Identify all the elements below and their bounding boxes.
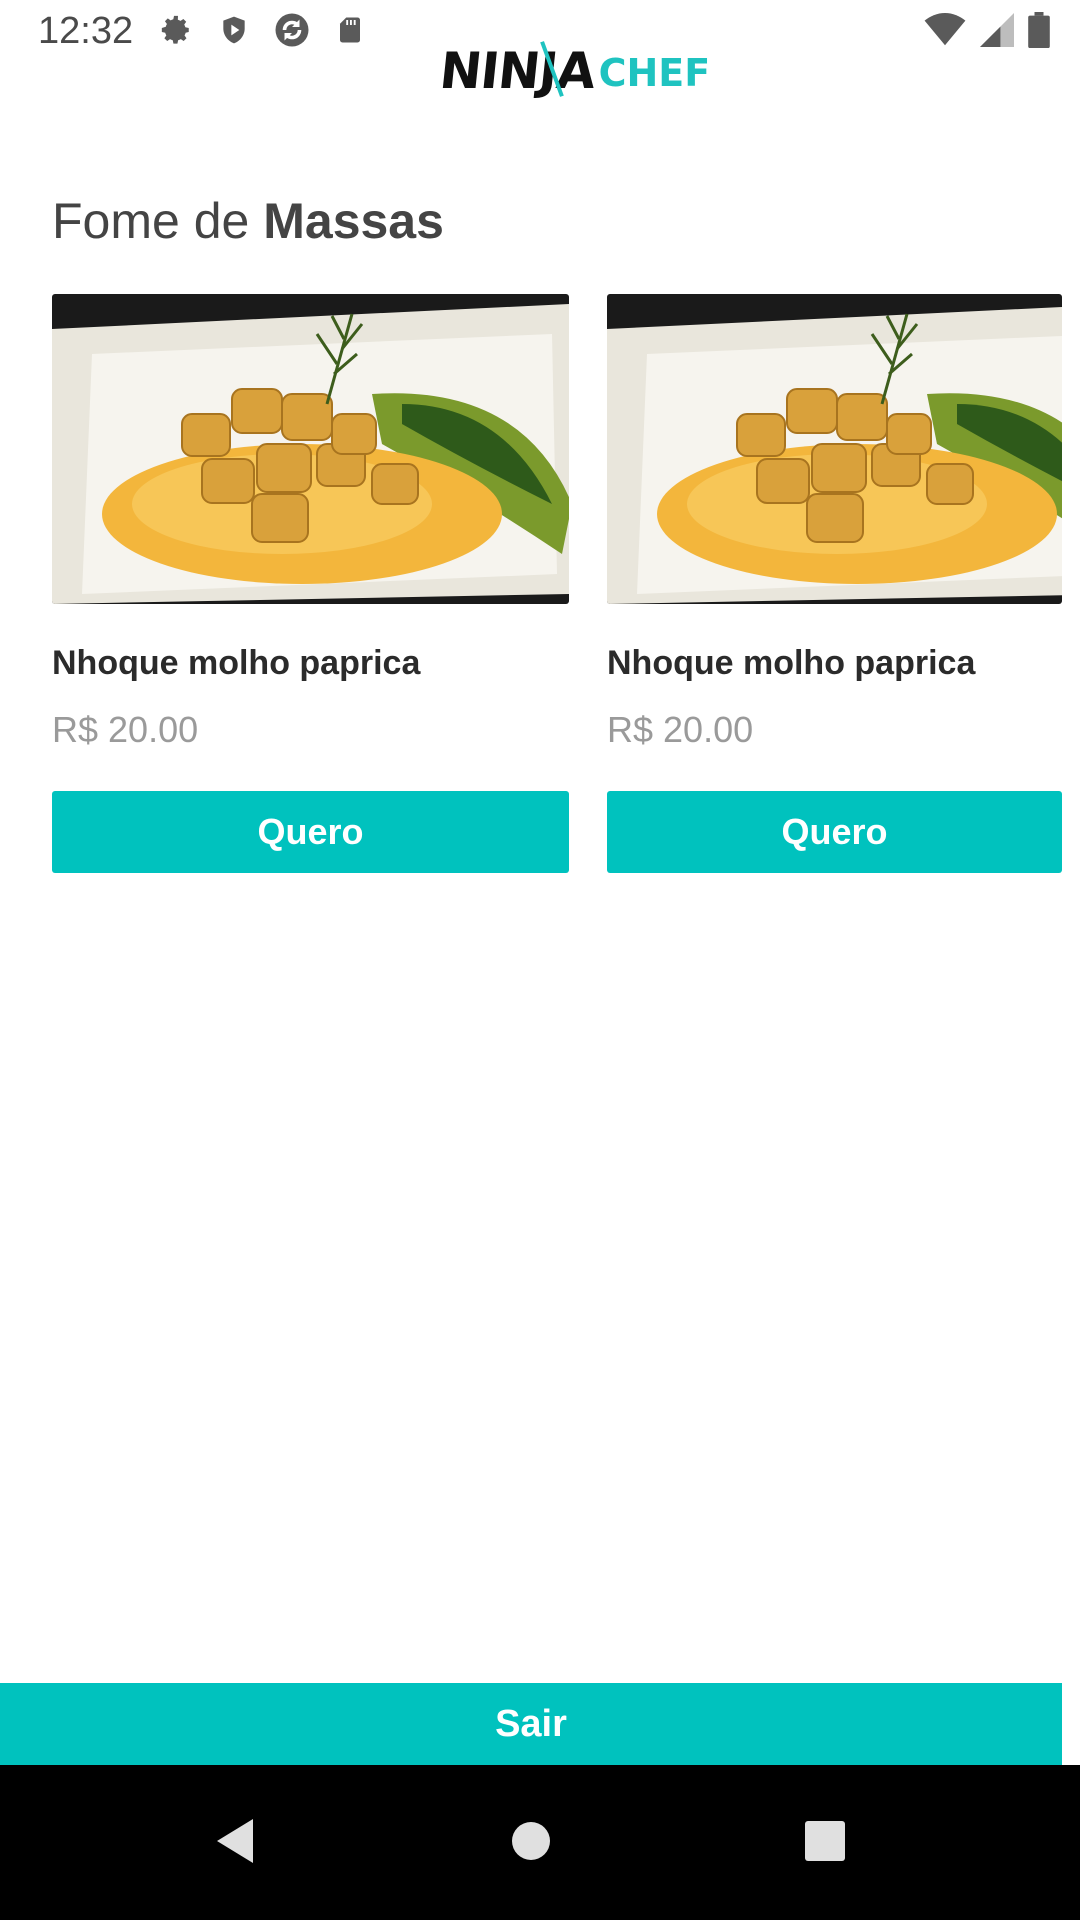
product-name: Nhoque molho paprica [607,644,976,682]
home-icon[interactable] [501,1811,561,1871]
ninjachef-logo: NINJA CHEF [436,36,711,100]
back-icon[interactable] [205,1811,265,1871]
status-time: 12:32 [38,10,134,52]
status-notification-icons [158,12,368,48]
quero-button[interactable]: Quero [52,791,569,873]
sync-icon [274,12,310,48]
product-card: Nhoque molho paprica R$ 20.00 Quero [52,294,569,873]
logo-text-ninja: NINJA [436,42,598,100]
navigation-bar [0,1765,1080,1920]
product-price: R$ 20.00 [607,709,754,750]
battery-icon [1028,12,1050,53]
product-image [52,294,569,604]
product-name: Nhoque molho paprica [52,644,421,682]
sair-button[interactable]: Sair [0,1683,1062,1765]
section-title-category: Massas [263,193,444,249]
signal-icon [980,13,1014,52]
quero-button[interactable]: Quero [607,791,1062,873]
recents-icon[interactable] [795,1811,855,1871]
product-image [607,294,1062,604]
section-title: Fome de Massas [52,192,444,250]
status-system-icons [924,12,1050,53]
wifi-icon [924,13,966,52]
product-price: R$ 20.00 [52,709,199,750]
logo-text-chef: CHEF [598,51,711,95]
settings-icon [158,12,194,48]
shield-icon [216,12,252,48]
section-title-prefix: Fome de [52,193,250,249]
product-card: Nhoque molho paprica R$ 20.00 Quero [607,294,1080,873]
sd-card-icon [332,12,368,48]
